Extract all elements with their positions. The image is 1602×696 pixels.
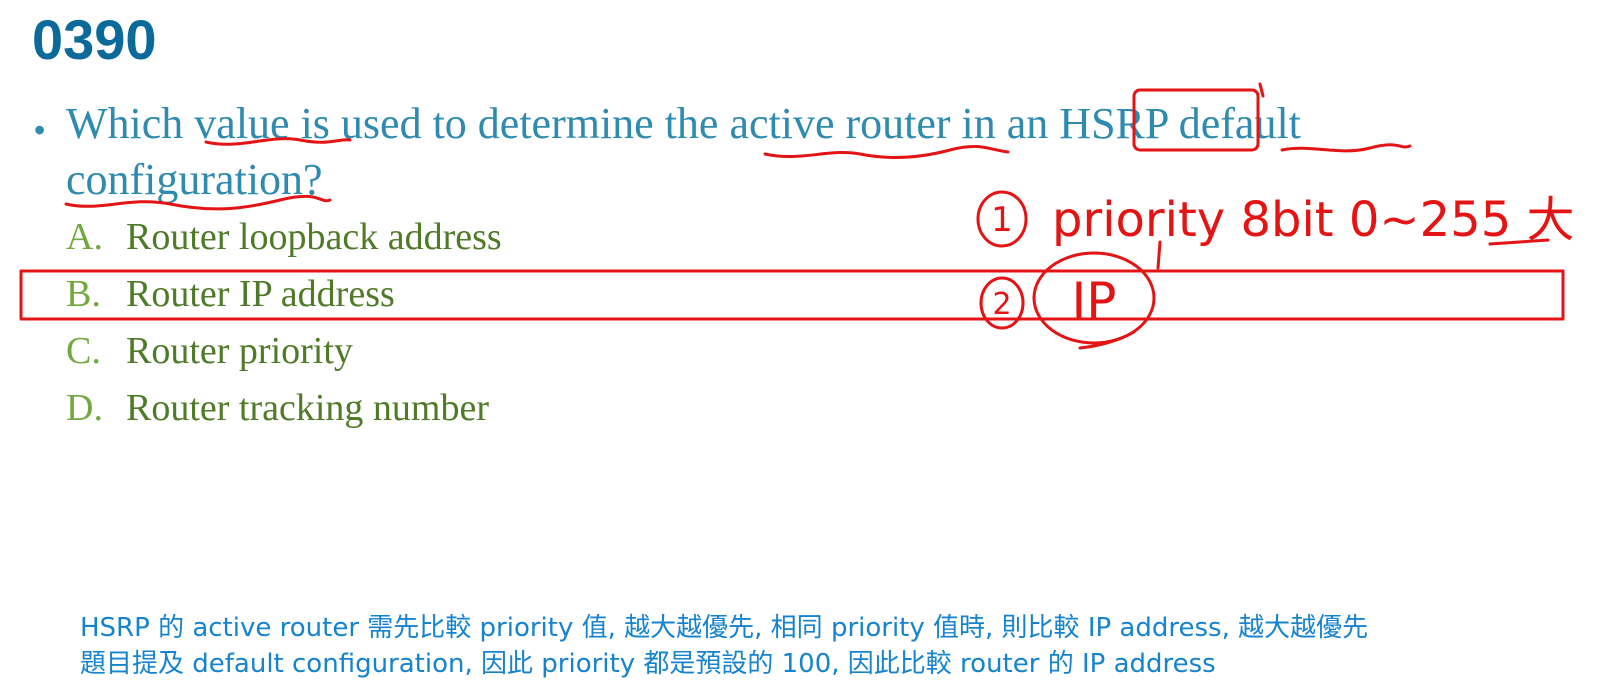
explanation: HSRP 的 active router 需先比較 priority 值, 越大…: [80, 610, 1580, 682]
note-2-number: 2: [992, 287, 1011, 322]
option-c[interactable]: C. Router priority: [66, 328, 353, 374]
option-letter: C.: [66, 330, 101, 372]
ip-circle-tail: [1078, 330, 1136, 350]
option-a[interactable]: A. Router loopback address: [66, 214, 502, 260]
option-b[interactable]: B. Router IP address: [66, 271, 395, 317]
option-letter: D.: [66, 387, 103, 429]
ip-circle: [1032, 251, 1156, 345]
note-2-text: IP: [1072, 272, 1117, 330]
highlight-box-hsrp-tick: [1258, 82, 1265, 98]
option-letter: A.: [66, 216, 103, 258]
underline-big: [1488, 238, 1550, 246]
option-d[interactable]: D. Router tracking number: [66, 385, 489, 431]
explanation-line-2: 題目提及 default configuration, 因此 priority …: [80, 649, 1216, 679]
slide-title: 0390: [32, 8, 157, 71]
note-2-circle: [979, 276, 1025, 330]
option-text: Router priority: [126, 330, 353, 372]
explanation-line-1: HSRP 的 active router 需先比較 priority 值, 越大…: [80, 613, 1369, 643]
question-bullet: •: [34, 112, 46, 148]
option-text: Router IP address: [126, 273, 395, 315]
option-letter: B.: [66, 273, 101, 315]
question-text: Which value is used to determine the act…: [66, 99, 1301, 204]
slide: 0390 • Which value is used to determine …: [0, 0, 1602, 696]
option-text: Router loopback address: [126, 216, 502, 258]
option-text: Router tracking number: [126, 387, 490, 429]
connector-line: [1156, 240, 1162, 270]
